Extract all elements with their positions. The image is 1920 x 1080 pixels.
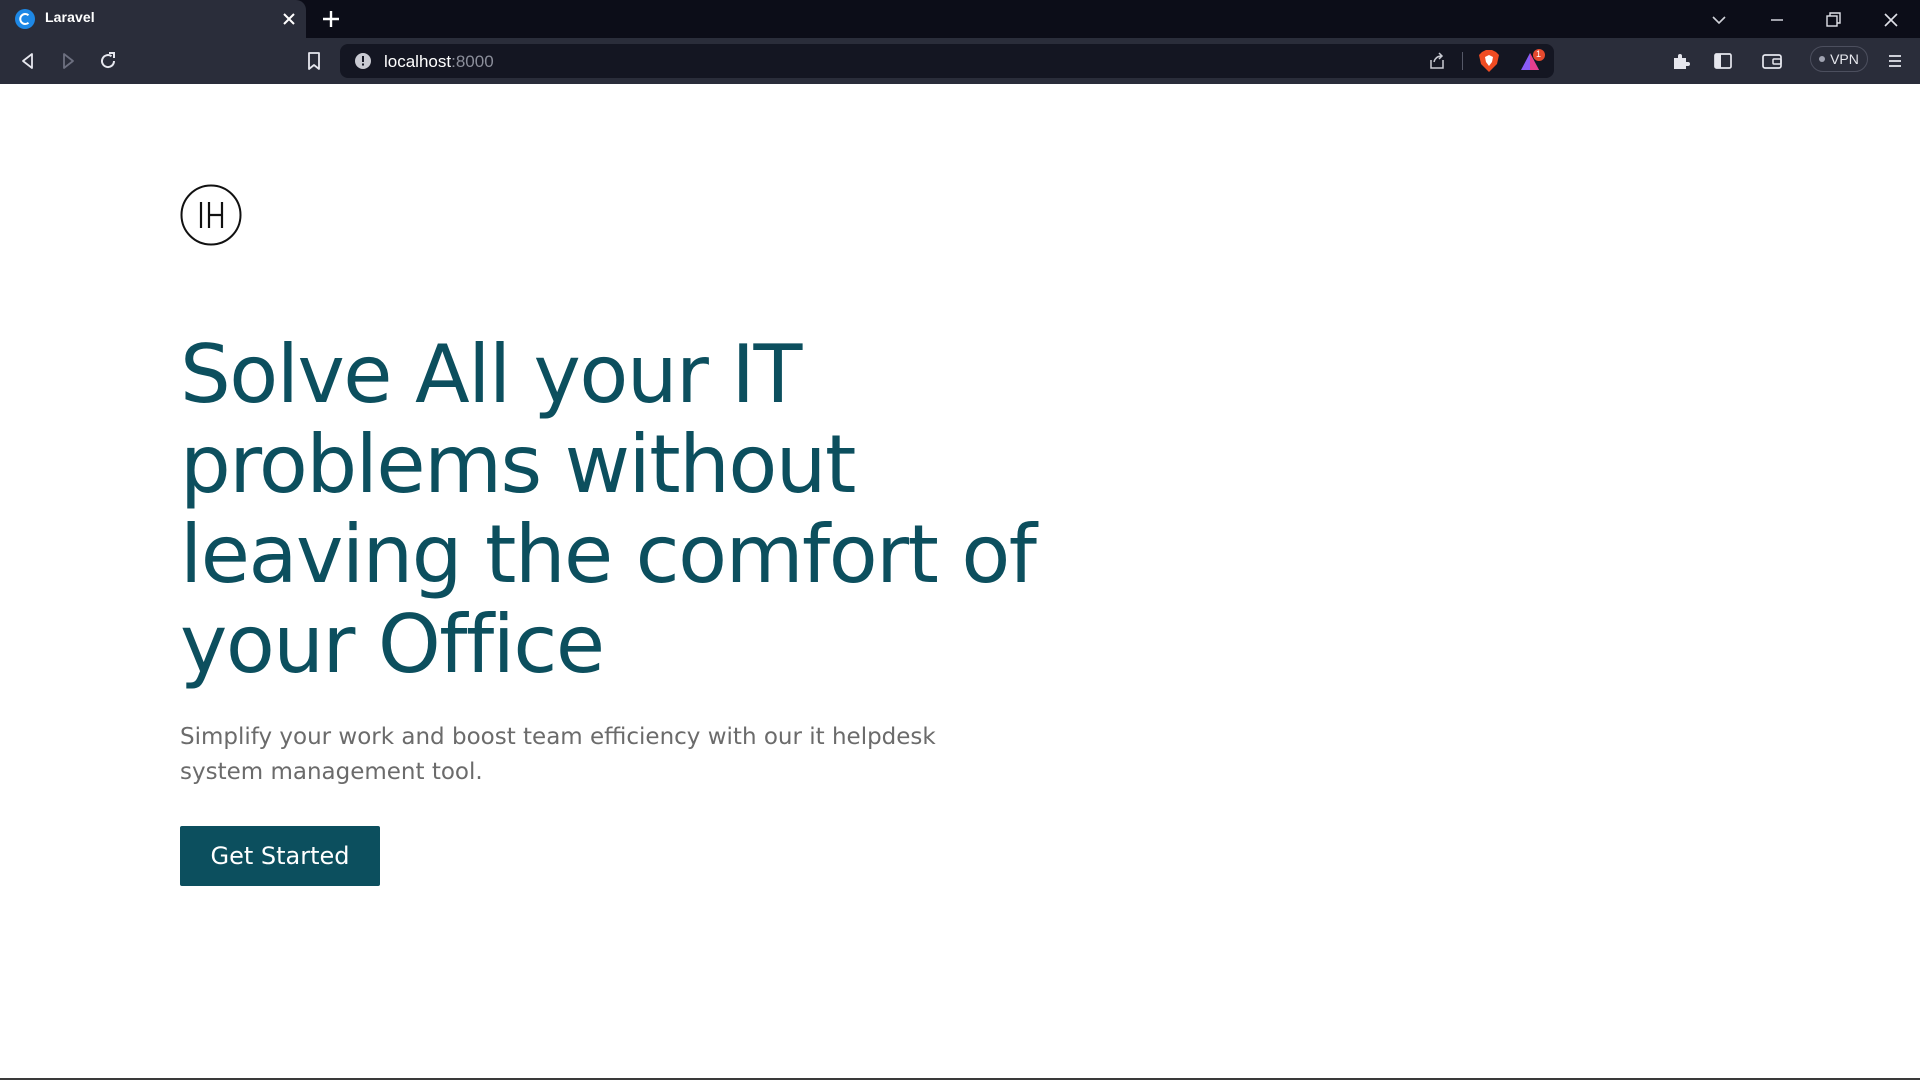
vpn-button[interactable]: VPN: [1810, 46, 1868, 72]
reload-icon[interactable]: [96, 49, 120, 73]
brave-shields-icon[interactable]: [1478, 49, 1500, 73]
extensions-puzzle-icon[interactable]: [1669, 49, 1693, 73]
url-host: localhost: [384, 52, 452, 71]
address-bar-divider: [1462, 52, 1463, 70]
close-tab-icon[interactable]: [280, 10, 298, 28]
wallet-icon[interactable]: [1760, 49, 1784, 73]
site-info-icon[interactable]: [354, 52, 372, 70]
vpn-label: VPN: [1830, 51, 1859, 67]
page-content: Solve All your IT problems without leavi…: [0, 84, 1920, 1080]
hero-subtext: Simplify your work and boost team effici…: [180, 724, 936, 785]
get-started-button[interactable]: Get Started: [180, 826, 380, 886]
rewards-badge-count: 1: [1536, 49, 1542, 59]
browser-tab[interactable]: Laravel: [0, 0, 306, 38]
hero-headline: Solve All your IT problems without leavi…: [180, 328, 1037, 691]
back-arrow-icon[interactable]: [16, 49, 40, 73]
share-icon[interactable]: [1427, 51, 1447, 71]
menu-hamburger-icon[interactable]: [1883, 49, 1907, 73]
url-text[interactable]: localhost:8000: [384, 52, 494, 72]
browser-toolbar: localhost:8000 1 VPN: [0, 38, 1920, 84]
forward-arrow-icon[interactable]: [56, 49, 80, 73]
browser-tab-strip: Laravel: [0, 0, 1920, 38]
laravel-favicon-icon: [15, 9, 35, 29]
close-window-icon[interactable]: [1879, 8, 1903, 32]
minimize-window-icon[interactable]: [1765, 8, 1789, 32]
address-bar[interactable]: localhost:8000 1: [340, 44, 1554, 78]
restore-window-icon[interactable]: [1821, 8, 1845, 32]
new-tab-button[interactable]: [320, 8, 342, 30]
url-port: :8000: [451, 52, 494, 71]
bookmark-icon[interactable]: [302, 49, 326, 73]
tab-search-chevron-icon[interactable]: [1707, 8, 1731, 32]
brave-rewards-icon[interactable]: 1: [1519, 49, 1545, 73]
ih-logo: [180, 184, 242, 246]
tab-title: Laravel: [45, 9, 95, 25]
sidebar-toggle-icon[interactable]: [1711, 49, 1735, 73]
vpn-status-dot: [1819, 56, 1826, 62]
